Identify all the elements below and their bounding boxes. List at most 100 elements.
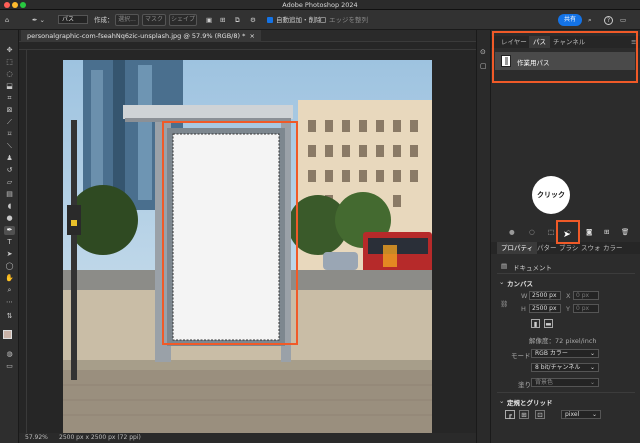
path-alignment-icon[interactable]: ⊞	[220, 14, 225, 26]
align-edges-label: エッジを整列	[329, 16, 368, 24]
edit-toolbar-icon[interactable]: ⇅	[4, 312, 15, 321]
path-select-tool-icon[interactable]: ➤	[4, 250, 15, 259]
y-label: Y	[566, 305, 570, 313]
divider	[497, 392, 635, 393]
spot-healing-tool-icon[interactable]: ⌑	[4, 130, 15, 139]
document-size: 2500 px x 2500 px (72 ppi)	[59, 434, 141, 441]
link-dimensions-icon[interactable]: ⛓	[500, 300, 508, 308]
w-label: W	[521, 292, 528, 300]
settings-icon[interactable]: ⚙	[250, 14, 256, 26]
orientation-portrait-icon[interactable]: ▮	[531, 319, 540, 328]
frame-tool-icon[interactable]: ⊠	[4, 106, 15, 115]
rulers-section-toggle[interactable]: ⌄	[499, 397, 504, 405]
load-path-as-selection-icon[interactable]: ⬚	[548, 228, 554, 236]
fill-path-icon[interactable]: ●	[509, 228, 515, 236]
shape-button[interactable]: シェイプ	[169, 14, 197, 26]
ellipse-tool-icon[interactable]: ◯	[4, 262, 15, 271]
create-label: 作成：	[94, 16, 114, 24]
dodge-tool-icon[interactable]: ●	[4, 214, 15, 223]
help-icon[interactable]: ?	[604, 16, 613, 25]
mode-label: モード	[511, 352, 531, 360]
document-icon: ▤	[501, 262, 508, 270]
canvas-section-toggle[interactable]: ⌄	[499, 278, 504, 286]
rulers-grid-header: 定規とグリッド	[507, 399, 553, 407]
mode-select[interactable]: パス	[58, 15, 88, 24]
tools-panel: ✥ ⬚ ◌ ⬓ ⌗ ⊠ ⟋ ⌑ ⟍ ♟ ↺ ▱ ▤ ◖ ● ✒ T ➤ ◯ ✋ …	[0, 30, 19, 443]
auto-add-delete-checkbox[interactable]	[267, 17, 273, 23]
canvas-header: カンバス	[507, 280, 533, 288]
y-field[interactable]: 0 px	[573, 304, 599, 313]
add-mask-icon[interactable]: ◙	[586, 228, 592, 236]
resolution-text: 解像度：72 pixel/inch	[529, 337, 597, 345]
vertical-ruler	[19, 50, 27, 433]
type-tool-icon[interactable]: T	[4, 238, 15, 247]
title-bar: Adobe Photoshop 2024	[0, 0, 640, 10]
hand-tool-icon[interactable]: ✋	[4, 274, 15, 283]
color-mode-select[interactable]: RGB カラー ⌄	[531, 349, 599, 358]
paths-panel-highlight	[492, 31, 638, 83]
stroke-path-icon[interactable]: ○	[529, 228, 535, 236]
path-operations-icon[interactable]: ▣	[206, 14, 212, 26]
x-label: X	[566, 292, 571, 300]
panel-dock: ⊙ ▢	[476, 30, 490, 443]
fill-select[interactable]: 背景色 ⌄	[531, 378, 599, 387]
rulers-toggle-icon[interactable]: ┏	[505, 410, 515, 419]
artboard-tool-icon[interactable]: ⬚	[4, 58, 15, 67]
move-tool-icon[interactable]: ✥	[4, 46, 15, 55]
divider	[497, 273, 635, 274]
h-label: H	[521, 305, 526, 313]
x-field[interactable]: 0 px	[573, 291, 599, 300]
pen-tool-preset-icon[interactable]: ✒ ⌄	[32, 14, 45, 26]
object-select-tool-icon[interactable]: ⬓	[4, 82, 15, 91]
align-edges-checkbox[interactable]	[320, 17, 326, 23]
crop-tool-icon[interactable]: ⌗	[4, 94, 15, 103]
history-brush-tool-icon[interactable]: ↺	[4, 166, 15, 175]
brush-tool-icon[interactable]: ⟍	[4, 142, 15, 151]
grid-toggle-icon[interactable]: ⊞	[519, 410, 529, 419]
auto-add-delete-label: 自動追加・削除	[276, 16, 322, 24]
workspace-icon[interactable]: ▭	[620, 14, 626, 26]
options-bar: ⌂ ✒ ⌄ パス 作成： 選択... マスク シェイプ ▣ ⊞ ⧉ ⚙ 自動追加…	[0, 10, 640, 30]
gradient-tool-icon[interactable]: ▤	[4, 190, 15, 199]
share-button[interactable]: 共有	[558, 14, 582, 26]
eyedropper-tool-icon[interactable]: ⟋	[4, 118, 15, 127]
lasso-tool-icon[interactable]: ◌	[4, 70, 15, 79]
delete-path-icon[interactable]: 🗑	[621, 228, 629, 236]
document-label: ドキュメント	[513, 264, 552, 272]
horizontal-ruler	[19, 42, 489, 50]
status-bar: 57.92% 2500 px x 2500 px (72 ppi)	[19, 433, 489, 443]
document-tab[interactable]: personalgraphic-com-fseahNq6zic-unsplash…	[21, 30, 261, 42]
orientation-landscape-icon[interactable]: ▬	[544, 319, 553, 328]
mask-button[interactable]: マスク	[142, 14, 166, 26]
document-tab-bar: personalgraphic-com-fseahNq6zic-unsplash…	[19, 30, 489, 42]
bit-depth-select[interactable]: 8 bit/チャンネル ⌄	[531, 363, 599, 372]
foreground-color-swatch[interactable]	[3, 330, 12, 339]
click-callout: クリック	[532, 176, 570, 214]
history-panel-icon[interactable]: ⊙	[480, 48, 486, 56]
guides-toggle-icon[interactable]: ⊡	[535, 410, 545, 419]
screen-mode-icon[interactable]: ▭	[4, 362, 15, 371]
quick-mask-icon[interactable]: ◍	[4, 350, 15, 359]
zoom-tool-icon[interactable]: ⌕	[4, 286, 15, 295]
select-button[interactable]: 選択...	[115, 14, 139, 26]
ruler-unit-select[interactable]: pixel ⌄	[561, 410, 601, 419]
blur-tool-icon[interactable]: ◖	[4, 202, 15, 211]
more-tools-icon[interactable]: ⋯	[4, 298, 15, 307]
width-field[interactable]: 2500 px	[529, 291, 561, 300]
pen-tool-icon[interactable]: ✒	[4, 226, 15, 235]
zoom-level[interactable]: 57.92%	[25, 434, 48, 441]
path-arrangement-icon[interactable]: ⧉	[235, 14, 240, 26]
eraser-tool-icon[interactable]: ▱	[4, 178, 15, 187]
app-title: Adobe Photoshop 2024	[282, 1, 358, 9]
comments-panel-icon[interactable]: ▢	[480, 62, 487, 70]
tab-properties[interactable]: プロパティ	[497, 242, 538, 254]
mouse-cursor-icon: ➤	[563, 230, 571, 240]
fill-label: 塗り	[518, 381, 531, 389]
home-icon[interactable]: ⌂	[5, 14, 9, 26]
height-field[interactable]: 2500 px	[529, 304, 561, 313]
ad-panel-highlight	[162, 121, 298, 345]
stamp-tool-icon[interactable]: ♟	[4, 154, 15, 163]
search-icon[interactable]: ⌕	[588, 14, 592, 26]
new-path-icon[interactable]: ⊞	[604, 228, 609, 236]
tab-color[interactable]: カラー	[599, 242, 627, 254]
